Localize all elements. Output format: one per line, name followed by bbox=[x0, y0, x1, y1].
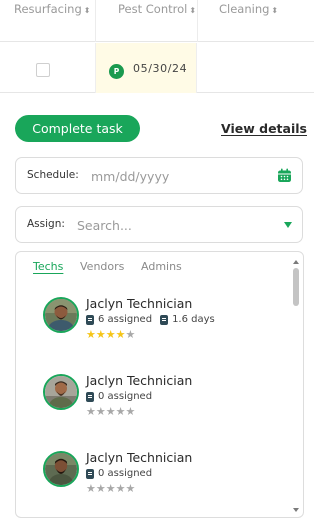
scroll-down-arrow-icon[interactable] bbox=[293, 508, 299, 512]
sort-icon[interactable]: ⬍ bbox=[189, 6, 196, 15]
schedule-field[interactable]: Schedule: mm/dd/yyyy bbox=[15, 157, 303, 194]
sort-icon[interactable]: ⬍ bbox=[271, 6, 278, 15]
tech-name: Jaclyn Technician bbox=[86, 450, 193, 465]
table-header-row: Resurfacing ⬍ Pest Control ⬍ Cleaning ⬍ bbox=[0, 0, 314, 42]
clipboard-icon bbox=[86, 391, 94, 402]
assigned-count: 6 assigned bbox=[98, 314, 153, 325]
scroll-up-arrow-icon[interactable] bbox=[293, 260, 299, 264]
tech-list-item[interactable]: Jaclyn Technician 6 assigned 1.6 days ★★… bbox=[43, 296, 293, 357]
avatar bbox=[43, 297, 79, 333]
column-divider bbox=[197, 0, 198, 42]
avatar bbox=[43, 451, 79, 487]
assigned-count: 0 assigned bbox=[98, 391, 153, 402]
average-days: 1.6 days bbox=[172, 314, 215, 325]
pest-control-cell[interactable]: P 05/30/24 bbox=[95, 43, 197, 93]
task-action-panel: Complete task View details Schedule: mm/… bbox=[0, 94, 314, 525]
view-details-link[interactable]: View details bbox=[221, 121, 307, 136]
tab-vendors[interactable]: Vendors bbox=[80, 260, 124, 273]
person-photo-icon bbox=[45, 376, 77, 408]
assigned-count: 0 assigned bbox=[98, 468, 153, 479]
star-empty-icon: ★ bbox=[95, 482, 106, 495]
star-empty-icon: ★ bbox=[125, 482, 136, 495]
column-header-label: Resurfacing bbox=[14, 2, 82, 16]
schedule-label: Schedule: bbox=[27, 169, 79, 181]
rating-stars: ★★★★★ bbox=[86, 406, 135, 417]
tech-meta: 6 assigned 1.6 days bbox=[86, 314, 215, 325]
star-empty-icon: ★ bbox=[125, 405, 136, 418]
assign-label: Assign: bbox=[27, 218, 65, 230]
rating-stars: ★★★★★ bbox=[86, 483, 135, 494]
person-photo-icon bbox=[45, 299, 77, 331]
sort-icon[interactable]: ⬍ bbox=[84, 6, 91, 15]
star-filled-icon: ★ bbox=[95, 328, 106, 341]
assign-search-input[interactable]: Search... bbox=[77, 218, 132, 233]
tech-meta: 0 assigned bbox=[86, 468, 152, 479]
star-empty-icon: ★ bbox=[105, 482, 116, 495]
person-photo-icon bbox=[45, 453, 77, 485]
column-header-cleaning[interactable]: Cleaning ⬍ bbox=[219, 2, 278, 16]
tech-name: Jaclyn Technician bbox=[86, 296, 193, 311]
star-empty-icon: ★ bbox=[125, 328, 136, 341]
tech-list-item[interactable]: Jaclyn Technician 0 assigned ★★★★★ bbox=[43, 450, 293, 511]
assign-field[interactable]: Assign: Search... bbox=[15, 206, 303, 243]
star-filled-icon: ★ bbox=[115, 328, 126, 341]
chevron-down-icon[interactable] bbox=[284, 222, 292, 228]
assignee-dropdown: Techs Vendors Admins Jaclyn Technician 6… bbox=[15, 251, 304, 518]
column-header-pest-control[interactable]: Pest Control ⬍ bbox=[118, 2, 196, 16]
clipboard-icon bbox=[86, 314, 94, 325]
clipboard-icon bbox=[86, 468, 94, 479]
column-divider bbox=[95, 0, 96, 42]
clipboard-icon bbox=[160, 314, 169, 325]
star-empty-icon: ★ bbox=[115, 405, 126, 418]
schedule-date-input[interactable]: mm/dd/yyyy bbox=[91, 169, 169, 184]
status-badge: P bbox=[109, 64, 124, 79]
avatar bbox=[43, 374, 79, 410]
rating-stars: ★★★★★ bbox=[86, 329, 135, 340]
column-header-label: Cleaning bbox=[219, 2, 270, 16]
tab-admins[interactable]: Admins bbox=[141, 260, 182, 273]
star-filled-icon: ★ bbox=[86, 328, 96, 341]
pest-control-date: 05/30/24 bbox=[133, 62, 188, 75]
complete-task-button[interactable]: Complete task bbox=[15, 115, 140, 142]
star-empty-icon: ★ bbox=[95, 405, 106, 418]
tech-meta: 0 assigned bbox=[86, 391, 152, 402]
tab-techs[interactable]: Techs bbox=[33, 260, 63, 273]
scrollbar[interactable] bbox=[292, 260, 300, 512]
star-empty-icon: ★ bbox=[115, 482, 126, 495]
star-empty-icon: ★ bbox=[86, 482, 96, 495]
tech-name: Jaclyn Technician bbox=[86, 373, 193, 388]
table-row: P 05/30/24 bbox=[0, 43, 314, 93]
star-empty-icon: ★ bbox=[105, 405, 116, 418]
star-filled-icon: ★ bbox=[105, 328, 116, 341]
calendar-icon[interactable] bbox=[277, 168, 292, 183]
tech-list-item[interactable]: Jaclyn Technician 0 assigned ★★★★★ bbox=[43, 373, 293, 434]
star-empty-icon: ★ bbox=[86, 405, 96, 418]
column-header-label: Pest Control bbox=[118, 2, 188, 16]
row-checkbox[interactable] bbox=[36, 63, 50, 77]
scrollbar-thumb[interactable] bbox=[293, 268, 299, 306]
column-header-resurfacing[interactable]: Resurfacing ⬍ bbox=[14, 2, 90, 16]
